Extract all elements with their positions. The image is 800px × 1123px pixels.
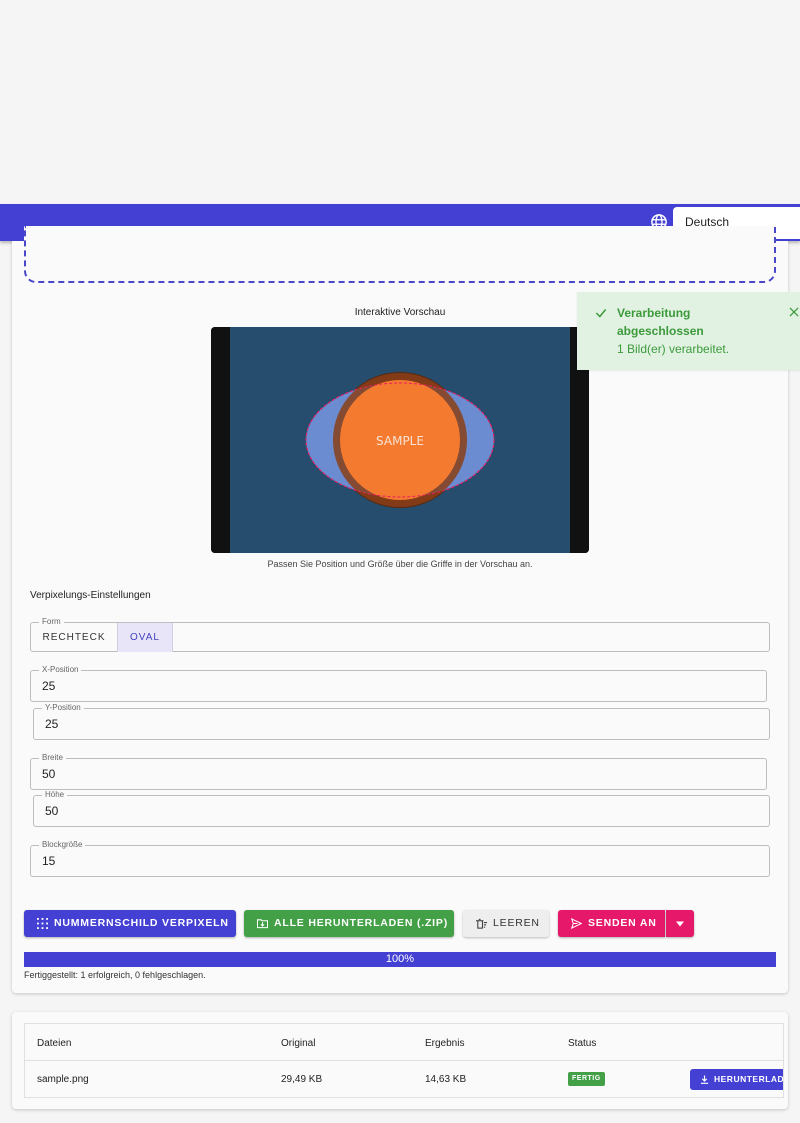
clear-button-label: LEEREN: [493, 917, 540, 929]
toast-message: 1 Bild(er) verarbeitet.: [617, 342, 730, 356]
send-to-button-label: SENDEN AN: [588, 917, 657, 929]
width-field[interactable]: Breite 50: [30, 753, 767, 790]
download-row-button-label: HERUNTERLADEN: [714, 1074, 784, 1084]
download-icon: [700, 1075, 709, 1084]
sample-text: SAMPLE: [376, 434, 424, 448]
shape-option-rectangle[interactable]: RECHTECK: [31, 623, 117, 652]
x-position-value: 25: [42, 679, 56, 693]
progress-percent: 100%: [385, 953, 415, 965]
shape-toggle-group: Form RECHTECK OVAL: [30, 617, 770, 652]
results-table: Dateien Original Ergebnis Status sample.…: [24, 1023, 784, 1098]
block-size-field[interactable]: Blockgröße 15: [30, 840, 770, 877]
table-cell-original: 29,49 KB: [281, 1074, 323, 1085]
download-row-button[interactable]: HERUNTERLADEN: [690, 1069, 784, 1090]
drop-zone[interactable]: [24, 226, 776, 283]
column-header-result: Ergebnis: [425, 1038, 465, 1049]
width-value: 50: [42, 767, 56, 781]
send-to-dropdown-button[interactable]: [666, 910, 694, 937]
column-header-files: Dateien: [37, 1038, 72, 1049]
download-all-button[interactable]: ALLE HERUNTERLADEN (.ZIP): [244, 910, 454, 937]
progress-summary: Fertiggestellt: 1 erfolgreich, 0 fehlges…: [24, 970, 206, 980]
y-position-label: Y-Position: [42, 703, 84, 713]
height-value: 50: [45, 804, 59, 818]
folder-download-icon: [257, 919, 268, 929]
height-label: Höhe: [42, 790, 68, 800]
table-cell-file: sample.png: [37, 1074, 89, 1085]
shape-option-oval[interactable]: OVAL: [117, 623, 173, 652]
block-size-label: Blockgröße: [39, 840, 86, 850]
table-cell-result: 14,63 KB: [425, 1074, 467, 1085]
column-header-original: Original: [281, 1038, 316, 1049]
progress-bar: 100%: [24, 952, 776, 967]
download-all-button-label: ALLE HERUNTERLADEN (.ZIP): [274, 917, 448, 929]
y-position-value: 25: [45, 717, 59, 731]
pixelate-button[interactable]: NUMMERNSCHILD VERPIXELN: [24, 910, 236, 937]
block-size-value: 15: [42, 854, 56, 868]
send-icon: [571, 918, 582, 929]
send-to-button[interactable]: SENDEN AN: [558, 910, 665, 937]
success-toast: Verarbeitung abgeschlossen 1 Bild(er) ve…: [577, 292, 800, 370]
header-divider: [25, 1060, 783, 1061]
preview-hint: Passen Sie Position und Größe über die G…: [267, 559, 533, 569]
close-icon[interactable]: [787, 305, 800, 319]
height-field[interactable]: Höhe 50: [33, 790, 770, 827]
status-badge: FERTIG: [568, 1072, 605, 1086]
interactive-preview[interactable]: SAMPLE: [211, 327, 589, 553]
grid-icon: [37, 918, 48, 929]
caret-down-icon: [676, 921, 684, 927]
check-icon: [595, 309, 607, 318]
width-label: Breite: [39, 753, 66, 763]
column-header-status: Status: [568, 1038, 597, 1049]
x-position-field[interactable]: X-Position 25: [30, 665, 767, 702]
toast-title: Verarbeitung abgeschlossen: [617, 306, 704, 338]
x-position-label: X-Position: [39, 665, 82, 675]
y-position-field[interactable]: Y-Position 25: [33, 703, 770, 740]
clear-button[interactable]: LEEREN: [463, 910, 549, 937]
clear-list-icon: [476, 918, 487, 929]
pixelate-button-label: NUMMERNSCHILD VERPIXELN: [54, 917, 229, 929]
settings-title: Verpixelungs-Einstellungen: [30, 590, 151, 601]
